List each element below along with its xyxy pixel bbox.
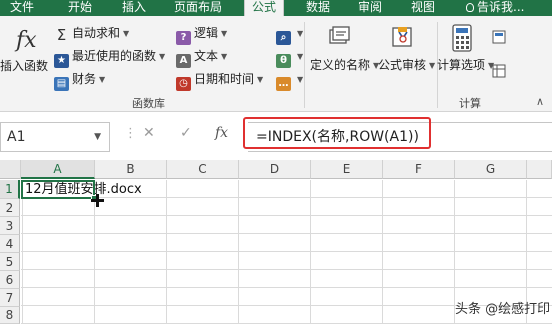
tab-data[interactable]: 数据 <box>306 0 330 16</box>
formula-auditing-button[interactable] <box>390 24 418 52</box>
tab-file[interactable]: 文件 <box>10 0 34 16</box>
clock-icon: ◷ <box>176 77 191 91</box>
formula-auditing-label: 公式审核 ▼ <box>378 58 436 72</box>
column-header-d[interactable]: D <box>239 160 311 179</box>
chevron-down-icon: ▼ <box>221 29 228 38</box>
calculate-now-button[interactable] <box>492 30 506 44</box>
chevron-down-icon: ▼ <box>159 52 166 61</box>
column-header-b[interactable]: B <box>95 160 167 179</box>
row-header-4[interactable]: 4 <box>0 235 20 253</box>
tab-review[interactable]: 审阅 <box>358 0 382 16</box>
logical-icon: ? <box>176 31 191 45</box>
chevron-down-icon: ▼ <box>297 29 304 38</box>
ribbon-formulas: fx 插入函数 Σ 自动求和 ▼ ★ 最近使用的函数 ▼ ▤ 财务 ▼ ? 逻辑 ▼ A 文本 ▼ … <box>0 16 552 112</box>
text-button[interactable]: A 文本 ▼ <box>176 49 227 68</box>
column-header-g[interactable]: G <box>455 160 527 179</box>
lightbulb-icon <box>466 3 474 12</box>
tab-formulas[interactable]: 公式 <box>244 0 285 17</box>
lookup-reference-button[interactable]: ⌕ ▼ <box>276 26 303 45</box>
calculate-sheet-button[interactable] <box>492 64 506 78</box>
financial-button[interactable]: ▤ 财务 ▼ <box>54 72 105 91</box>
more-functions-button[interactable]: … ▼ <box>276 72 303 91</box>
calculator-icon <box>452 24 472 52</box>
chevron-down-icon[interactable]: ▼ <box>94 123 101 151</box>
row-header-2[interactable]: 2 <box>0 199 20 217</box>
select-all-corner[interactable] <box>0 160 21 179</box>
column-header-a[interactable]: A <box>21 160 95 179</box>
plus-cursor-icon <box>91 194 104 207</box>
chevron-down-icon: ▼ <box>257 75 264 84</box>
tell-me-search[interactable]: 告诉我... <box>466 0 524 16</box>
calculate-now-icon <box>492 30 506 44</box>
cancel-icon[interactable]: ✕ <box>143 125 155 141</box>
calc-options-label: 计算选项 ▼ <box>437 58 495 72</box>
name-box-value: A1 <box>7 129 26 145</box>
active-cell-a1[interactable] <box>21 180 97 201</box>
row-header-8[interactable]: 8 <box>0 307 20 324</box>
insert-function-button[interactable]: fx <box>10 28 40 56</box>
column-header-c[interactable]: C <box>167 160 239 179</box>
chevron-down-icon: ▼ <box>123 29 130 38</box>
define-name-label: 定义的名称 ▼ <box>310 58 380 72</box>
tab-insert[interactable]: 插入 <box>122 0 146 16</box>
tab-view[interactable]: 视图 <box>411 0 435 16</box>
group-divider <box>304 22 305 108</box>
fx-icon: fx <box>16 28 37 53</box>
chevron-down-icon: ▼ <box>297 52 304 61</box>
function-library-group-label: 函数库 <box>132 97 165 110</box>
more-functions-icon: … <box>276 77 291 91</box>
recently-used-label: 最近使用的函数 <box>72 49 157 63</box>
formula-highlight-box <box>243 117 431 149</box>
recently-used-button[interactable]: ★ 最近使用的函数 ▼ <box>54 49 165 68</box>
column-header-h[interactable] <box>527 160 552 179</box>
tab-page-layout[interactable]: 页面布局 <box>174 0 222 16</box>
row-header-1[interactable]: 1 <box>0 180 20 199</box>
calculation-group-label: 计算 <box>459 97 481 110</box>
math-icon: θ <box>276 54 291 68</box>
date-time-label: 日期和时间 <box>194 72 255 86</box>
name-box[interactable]: A1 ▼ <box>0 122 110 152</box>
insert-function-icon[interactable]: fx <box>215 125 228 141</box>
chevron-down-icon: ▼ <box>99 75 106 84</box>
financial-label: 财务 <box>72 72 97 86</box>
row-header-3[interactable]: 3 <box>0 217 20 235</box>
column-header-e[interactable]: E <box>311 160 383 179</box>
tell-me-label: 告诉我... <box>477 0 525 14</box>
text-icon: A <box>176 54 191 68</box>
chevron-down-icon: ▼ <box>297 75 304 84</box>
watermark: 头条 @绘感打印 <box>455 302 551 317</box>
date-time-button[interactable]: ◷ 日期和时间 ▼ <box>176 72 263 91</box>
financial-icon: ▤ <box>54 77 69 91</box>
logical-button[interactable]: ? 逻辑 ▼ <box>176 26 227 45</box>
collapse-ribbon-icon[interactable]: ∧ <box>536 95 544 109</box>
text-label: 文本 <box>194 49 219 63</box>
insert-function-label: 插入函数 <box>0 59 49 73</box>
name-tag-icon <box>329 26 350 44</box>
row-header-6[interactable]: 6 <box>0 271 20 289</box>
enter-icon[interactable]: ✓ <box>180 125 192 141</box>
logical-label: 逻辑 <box>194 26 219 40</box>
define-name-button[interactable] <box>326 24 354 52</box>
ribbon-tab-bar: 文件 开始 插入 页面布局 公式 数据 审阅 视图 告诉我... <box>0 0 552 17</box>
calculate-sheet-icon <box>492 64 506 78</box>
tab-home[interactable]: 开始 <box>68 0 92 16</box>
chevron-down-icon: ▼ <box>221 52 228 61</box>
calc-options-button[interactable] <box>452 24 474 54</box>
row-header-5[interactable]: 5 <box>0 253 20 271</box>
math-trig-button[interactable]: θ ▼ <box>276 49 303 68</box>
more-icon: ⋮ <box>124 126 137 141</box>
chevron-down-icon: ▼ <box>429 61 436 70</box>
audit-icon <box>392 27 412 47</box>
lookup-icon: ⌕ <box>276 31 291 45</box>
sigma-icon: Σ <box>56 26 67 44</box>
star-icon: ★ <box>54 54 69 68</box>
autosum-label: 自动求和 <box>72 26 121 40</box>
autosum-button[interactable]: Σ 自动求和 ▼ <box>54 26 130 44</box>
column-header-f[interactable]: F <box>383 160 455 179</box>
row-header-7[interactable]: 7 <box>0 289 20 307</box>
